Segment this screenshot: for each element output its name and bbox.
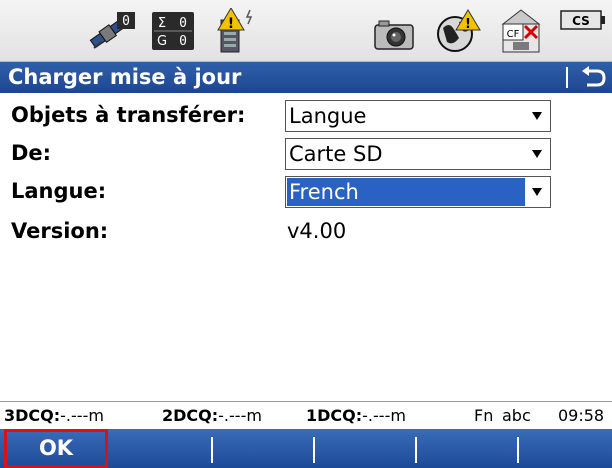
softkey-f4[interactable]	[315, 429, 415, 468]
svg-text:0: 0	[179, 34, 187, 49]
dropdown-value-selected: French	[287, 178, 525, 206]
cs-device-icon[interactable]: CS	[560, 10, 606, 30]
objets-dropdown[interactable]: Langue	[285, 100, 551, 132]
svg-text:0: 0	[179, 16, 187, 31]
svg-text:Σ: Σ	[158, 16, 166, 31]
field-label: Objets à transférer:	[11, 103, 246, 127]
clock: 09:58	[558, 406, 605, 425]
softkey-bar: OK	[0, 429, 612, 468]
softkey-f6[interactable]	[519, 429, 612, 468]
input-mode-indicator: abc	[502, 406, 531, 425]
svg-text:CF: CF	[507, 29, 520, 40]
fn-indicator: Fn	[474, 406, 494, 425]
camera-icon[interactable]	[373, 8, 417, 54]
version-value: v4.00	[287, 219, 347, 243]
dropdown-value: Carte SD	[289, 142, 383, 166]
softkey-f3[interactable]	[213, 429, 313, 468]
dropdown-value: Langue	[289, 104, 367, 128]
info-bar: 3DCQ:-.---m 2DCQ:-.---m 1DCQ:-.---m Fn a…	[0, 401, 612, 429]
back-arrow-icon[interactable]	[579, 65, 607, 90]
svg-text:!: !	[465, 17, 471, 32]
form-row-langue: Langue: French	[0, 173, 612, 209]
dcq3-readout: 3DCQ:-.---m	[4, 406, 104, 425]
title-separator	[566, 67, 568, 88]
dropdown-arrow-icon	[532, 188, 542, 196]
ok-button[interactable]: OK	[4, 429, 108, 468]
dropdown-arrow-icon	[532, 112, 542, 120]
form-row-de: De: Carte SD	[0, 135, 612, 171]
softkey-f2[interactable]	[111, 429, 211, 468]
status-bar: 0 Σ 0 G 0 ! ! CF CS	[0, 0, 612, 62]
source-dropdown[interactable]: Carte SD	[285, 138, 551, 170]
dcq1-readout: 1DCQ:-.---m	[306, 406, 406, 425]
softkey-f5[interactable]	[417, 429, 517, 468]
title-bar: Charger mise à jour	[0, 62, 612, 93]
form-row-objets: Objets à transférer: Langue	[0, 97, 612, 133]
dropdown-arrow-icon	[532, 150, 542, 158]
satellite-icon[interactable]: 0	[88, 8, 138, 54]
field-label: Langue:	[11, 179, 107, 203]
dcq2-readout: 2DCQ:-.---m	[162, 406, 262, 425]
language-dropdown[interactable]: French	[285, 176, 551, 208]
svg-text:CS: CS	[572, 14, 590, 28]
field-label: De:	[11, 141, 52, 165]
svg-text:G: G	[157, 34, 167, 49]
page-title: Charger mise à jour	[8, 65, 242, 89]
position-quality-icon[interactable]: Σ 0 G 0	[152, 8, 196, 54]
field-label: Version:	[11, 219, 109, 243]
battery-warning-icon[interactable]: !	[217, 8, 261, 54]
globe-warning-icon[interactable]: !	[435, 8, 481, 54]
form-row-version: Version: v4.00	[0, 213, 612, 249]
satellite-count: 0	[122, 14, 130, 29]
cf-card-icon[interactable]: CF	[499, 8, 543, 54]
svg-text:!: !	[228, 16, 234, 32]
